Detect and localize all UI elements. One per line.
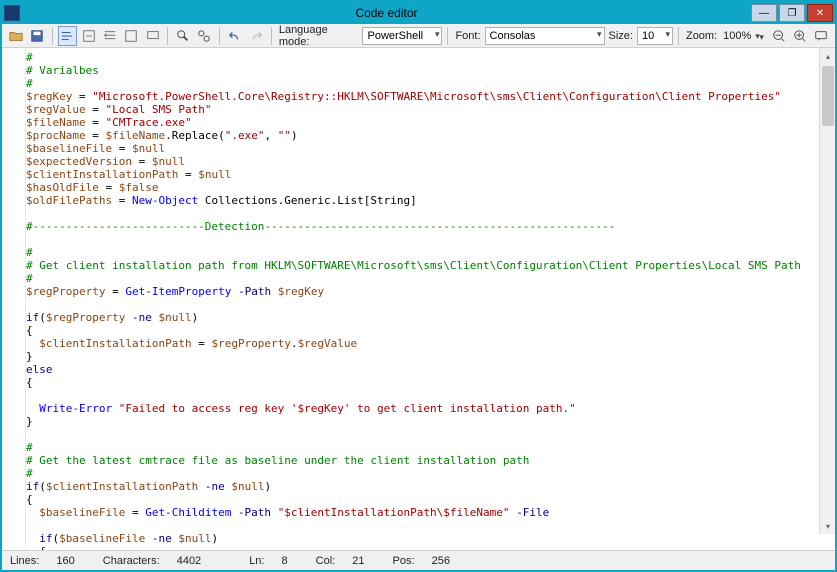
status-column: Col: 21 <box>316 555 379 567</box>
size-label: Size: <box>609 30 633 42</box>
size-select[interactable]: 10 <box>637 27 673 45</box>
window-titlebar: Code editor — ❐ ✕ <box>2 2 835 24</box>
outdent-button[interactable] <box>122 26 141 46</box>
font-select[interactable]: Consolas <box>485 27 605 45</box>
scroll-down-arrow[interactable]: ▾ <box>820 518 835 534</box>
separator <box>167 27 168 45</box>
separator <box>52 27 53 45</box>
separator <box>678 27 679 45</box>
minimize-button[interactable]: — <box>751 4 777 22</box>
status-position: Pos: 256 <box>393 555 464 567</box>
status-characters: Characters: 4402 <box>103 555 215 567</box>
status-lines: Lines: 160 <box>10 555 89 567</box>
maximize-button[interactable]: ❐ <box>779 4 805 22</box>
zoom-out-button[interactable] <box>769 26 788 46</box>
redo-button[interactable] <box>247 26 266 46</box>
scroll-up-arrow[interactable]: ▴ <box>820 48 835 64</box>
toggle-whitespace-button[interactable] <box>79 26 98 46</box>
language-label: Language mode: <box>279 24 359 48</box>
separator <box>219 27 220 45</box>
statusbar: Lines: 160 Characters: 4402 Ln: 8 Col: 2… <box>2 550 835 570</box>
vertical-scrollbar[interactable]: ▴ ▾ <box>819 48 835 534</box>
comment-button[interactable] <box>143 26 162 46</box>
open-file-button[interactable] <box>6 26 25 46</box>
save-button[interactable] <box>27 26 46 46</box>
window-title: Code editor <box>24 6 749 20</box>
zoom-value: 100% <box>723 30 751 42</box>
window-buttons: — ❐ ✕ <box>749 4 833 22</box>
separator <box>271 27 272 45</box>
feedback-button[interactable] <box>812 26 831 46</box>
app-icon <box>4 5 20 21</box>
indent-button[interactable] <box>100 26 119 46</box>
code-content[interactable]: # # Varialbes # $regKey = "Microsoft.Pow… <box>18 48 819 550</box>
status-line: Ln: 8 <box>249 555 301 567</box>
separator <box>447 27 448 45</box>
editor-area[interactable]: # # Varialbes # $regKey = "Microsoft.Pow… <box>2 48 835 550</box>
language-select[interactable]: PowerShell <box>362 27 442 45</box>
toggle-wordwrap-button[interactable] <box>58 26 77 46</box>
toolbar: Language mode: PowerShell Font: Consolas… <box>2 24 835 48</box>
font-label: Font: <box>455 30 480 42</box>
undo-button[interactable] <box>225 26 244 46</box>
find-button[interactable] <box>173 26 192 46</box>
replace-button[interactable] <box>195 26 214 46</box>
scroll-thumb[interactable] <box>822 66 834 126</box>
zoom-label: Zoom: <box>686 30 717 42</box>
close-button[interactable]: ✕ <box>807 4 833 22</box>
zoom-in-button[interactable] <box>790 26 809 46</box>
